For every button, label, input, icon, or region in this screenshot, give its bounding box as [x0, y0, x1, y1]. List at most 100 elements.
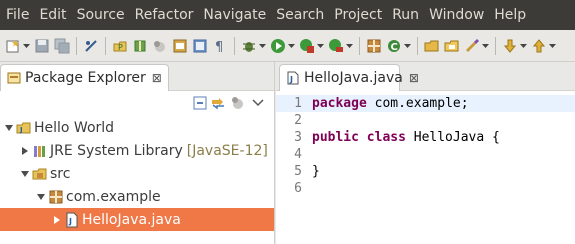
package-icon	[48, 189, 64, 205]
toolbar-separator	[417, 36, 418, 55]
link-with-editor-icon[interactable]	[210, 96, 226, 110]
svg-text:C: C	[391, 42, 398, 53]
run-icon[interactable]	[270, 38, 286, 54]
chevron-down-icon[interactable]	[23, 38, 30, 54]
main-toolbar: P ¶ C	[0, 30, 575, 62]
menu-refactor[interactable]: Refactor	[130, 0, 199, 30]
chevron-down-icon[interactable]	[20, 169, 30, 179]
toolbar-separator	[105, 36, 106, 55]
code-text: package com.example;	[312, 96, 469, 111]
code-line[interactable]: 2	[276, 112, 575, 129]
tree-item-src[interactable]: src	[0, 162, 274, 185]
tab-hellojava-java[interactable]: J HelloJava.java ⊠	[279, 64, 419, 91]
line-number: 6	[294, 181, 302, 196]
code-line[interactable]: 1 package com.example;	[276, 95, 575, 112]
open-type-icon[interactable]	[172, 38, 188, 54]
toolbar-separator	[359, 36, 360, 55]
line-number: 4	[294, 147, 302, 162]
previous-annotation-icon[interactable]	[531, 38, 547, 54]
chevron-right-icon[interactable]	[52, 215, 62, 225]
tree-item-decoration: [JavaSE-12]	[186, 142, 268, 159]
tree-item-hellojava-java[interactable]: J HelloJava.java	[0, 208, 274, 231]
search-icon[interactable]	[464, 38, 480, 54]
chevron-down-icon[interactable]	[259, 38, 266, 54]
menu-search[interactable]: Search	[271, 0, 329, 30]
menu-source[interactable]: Source	[72, 0, 130, 30]
tree-item-label: com.example	[66, 188, 161, 205]
tree-item-label: src	[50, 165, 71, 182]
chevron-down-icon[interactable]	[482, 38, 489, 54]
open-file-icon[interactable]	[444, 38, 460, 54]
view-tab-bar: Package Explorer ⊠	[0, 62, 274, 91]
menu-project[interactable]: Project	[329, 0, 387, 30]
new-package-icon[interactable]	[132, 38, 148, 54]
toolbar-separator	[76, 36, 77, 55]
tree-item-hello-world[interactable]: J Hello World	[0, 116, 274, 139]
tab-label: HelloJava.java	[304, 70, 403, 86]
debug-icon[interactable]	[241, 38, 257, 54]
tree-item-label: JRE System Library	[50, 142, 183, 159]
open-task-icon[interactable]	[192, 38, 208, 54]
menu-navigate[interactable]: Navigate	[198, 0, 271, 30]
svg-text:J: J	[68, 217, 72, 226]
tree-item-jre-system-library[interactable]: JRE System Library [JavaSE-12]	[0, 139, 274, 162]
chevron-down-icon[interactable]	[520, 38, 527, 54]
toolbar-separator	[495, 36, 496, 55]
code-text: }	[312, 164, 320, 179]
tree-item-label: Hello World	[34, 119, 115, 136]
external-tools-icon[interactable]	[328, 38, 344, 54]
tab-label: Package Explorer	[25, 70, 146, 86]
code-line[interactable]: 5 }	[276, 163, 575, 180]
package-explorer-icon	[7, 71, 21, 85]
save-icon[interactable]	[34, 38, 50, 54]
menu-run[interactable]: Run	[387, 0, 424, 30]
save-all-icon[interactable]	[54, 38, 70, 54]
toolbar-separator	[234, 36, 235, 55]
code-editor[interactable]: 1 package com.example; 2 3 public class …	[276, 91, 575, 244]
menu-window[interactable]: Window	[424, 0, 489, 30]
chevron-down-icon[interactable]	[317, 38, 324, 54]
new-wizard-icon[interactable]	[5, 38, 21, 54]
menu-help[interactable]: Help	[489, 0, 531, 30]
svg-text:J: J	[289, 75, 293, 84]
java-project-icon: J	[16, 120, 32, 136]
menu-file[interactable]: File	[0, 0, 34, 30]
next-annotation-icon[interactable]	[502, 38, 518, 54]
chevron-down-icon[interactable]	[36, 192, 46, 202]
chevron-down-icon[interactable]	[346, 38, 353, 54]
code-line[interactable]: 6	[276, 180, 575, 197]
chevron-down-icon[interactable]	[288, 38, 295, 54]
tree-item-com-example[interactable]: com.example	[0, 185, 274, 208]
source-folder-icon	[32, 166, 48, 182]
open-folder-icon[interactable]	[424, 38, 440, 54]
code-line[interactable]: 3 public class HelloJava {	[276, 129, 575, 146]
code-text: public class HelloJava {	[312, 130, 500, 145]
view-menu-chevron-down-icon[interactable]	[250, 96, 266, 110]
menu-edit[interactable]: Edit	[34, 0, 71, 30]
coverage-icon[interactable]	[299, 38, 315, 54]
tree-item-label: HelloJava.java	[82, 211, 181, 228]
collapse-all-icon[interactable]	[192, 96, 208, 110]
tab-package-explorer[interactable]: Package Explorer ⊠	[0, 64, 169, 91]
code-rest: HelloJava {	[405, 130, 500, 145]
editor-area: J HelloJava.java ⊠ 1 package com.example…	[276, 62, 575, 244]
new-java-project-icon[interactable]: P	[112, 38, 128, 54]
new-java-package-icon[interactable]	[366, 38, 382, 54]
keyword: public class	[312, 130, 406, 145]
close-icon[interactable]: ⊠	[152, 71, 162, 85]
code-rest: }	[312, 164, 320, 179]
chevron-down-icon[interactable]	[549, 38, 556, 54]
close-icon[interactable]: ⊠	[409, 71, 419, 85]
skip-breakpoints-icon[interactable]	[83, 38, 99, 54]
line-number: 2	[294, 113, 302, 128]
code-line[interactable]: 4	[276, 146, 575, 163]
chevron-down-icon[interactable]	[4, 123, 14, 133]
new-class-icon[interactable]	[152, 38, 168, 54]
focus-on-task-icon[interactable]	[230, 96, 246, 110]
chevron-right-icon[interactable]	[20, 146, 30, 156]
new-java-class-icon[interactable]: C	[386, 38, 402, 54]
paragraph-icon[interactable]: ¶	[212, 38, 228, 54]
svg-text:¶: ¶	[215, 40, 223, 54]
line-number: 5	[294, 164, 302, 179]
chevron-down-icon[interactable]	[404, 38, 411, 54]
